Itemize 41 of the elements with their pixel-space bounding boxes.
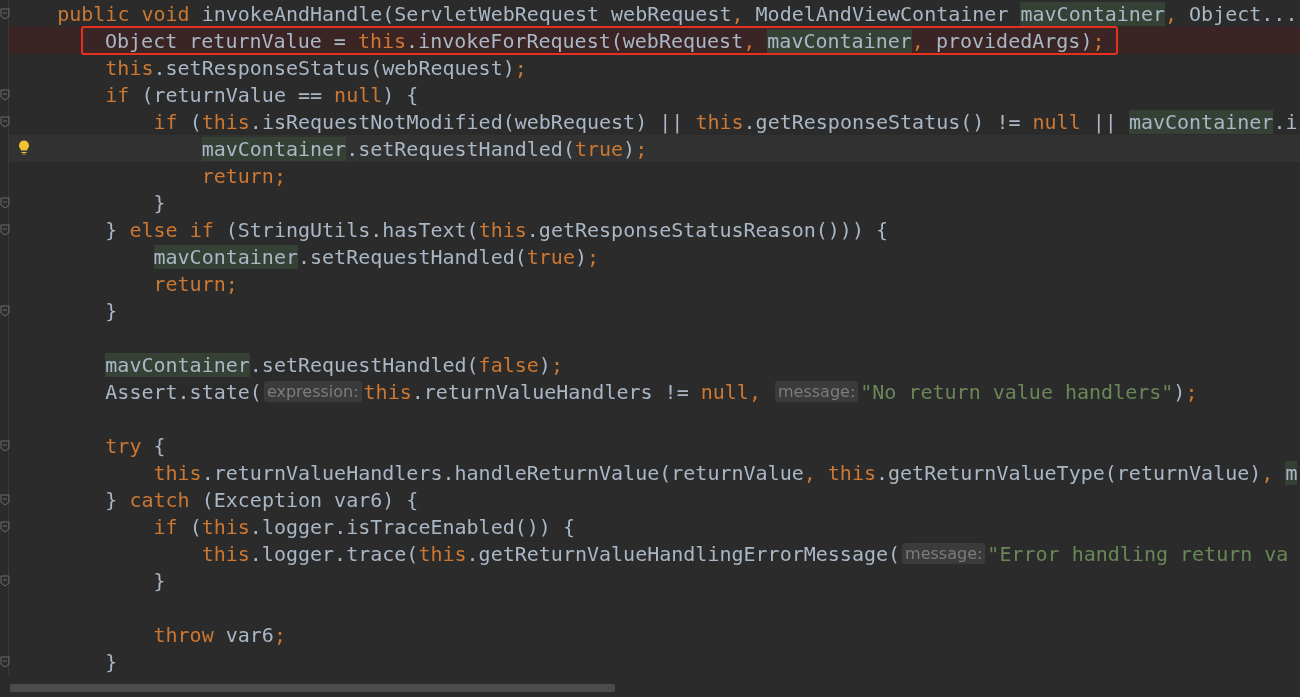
- fold-icon[interactable]: [0, 521, 10, 533]
- code-text: this.logger.trace(this.getReturnValueHandlingErrorMessage(: [200, 541, 901, 566]
- horizontal-scrollbar[interactable]: [10, 684, 615, 692]
- code-text: this.setResponseStatus(webRequest);: [104, 55, 527, 80]
- fold-icon[interactable]: [0, 305, 10, 317]
- code-text: return;: [200, 163, 286, 188]
- fold-icon[interactable]: [0, 197, 10, 209]
- fold-icon[interactable]: [0, 494, 10, 506]
- code-text: "No return value handlers");: [860, 379, 1198, 404]
- code-text: mavContainer.setRequestHandled(true);: [152, 244, 600, 269]
- code-text: this.returnValueHandlers.handleReturnValue(returnValue, this.getReturnValueType(returnValue), m: [152, 460, 1298, 485]
- code-text: mavContainer.setRequestHandled(false);: [104, 352, 563, 377]
- code-text: }: [104, 649, 118, 674]
- code-text: "Error handling return va: [987, 541, 1289, 566]
- code-text: throw var6;: [152, 622, 286, 647]
- code-text: return;: [152, 271, 238, 296]
- fold-icon[interactable]: [0, 89, 10, 101]
- code-text: Object returnValue = this.invokeForRequest(webRequest, mavContainer, providedArgs);: [105, 28, 1105, 53]
- fold-icon[interactable]: [0, 656, 10, 668]
- code-text: public void invokeAndHandle(ServletWebRequest webRequest, ModelAndViewContainer mavContainer, Object...: [56, 1, 1298, 26]
- code-text: } catch (Exception var6) {: [104, 487, 419, 512]
- code-text: try {: [104, 433, 166, 458]
- code-text: this.returnValueHandlers != null,: [363, 379, 762, 404]
- fold-icon[interactable]: [0, 575, 10, 587]
- code-text: }: [152, 568, 166, 593]
- code-text: if (this.logger.isTraceEnabled()) {: [152, 514, 575, 539]
- fold-icon[interactable]: [0, 116, 10, 128]
- code-text: }: [152, 190, 166, 215]
- fold-icon[interactable]: [0, 8, 10, 20]
- code-text: if (returnValue == null) {: [104, 82, 419, 107]
- code-text: mavContainer.setRequestHandled(true);: [200, 136, 648, 161]
- code-text: if (this.isRequestNotModified(webRequest) || this.getResponseStatus() != null || mavContainer.i: [152, 109, 1298, 134]
- code-text: } else if (StringUtils.hasText(this.getResponseStatusReason())) {: [104, 217, 889, 242]
- code-text: }: [104, 298, 118, 323]
- parameter-hint: expression:: [263, 381, 362, 402]
- lightbulb-icon[interactable]: [18, 140, 30, 155]
- parameter-hint: message:: [902, 543, 986, 564]
- code-text: Assert.state(: [104, 379, 262, 404]
- parameter-hint: message:: [775, 381, 859, 402]
- fold-icon[interactable]: [0, 224, 10, 236]
- fold-icon[interactable]: [0, 440, 10, 452]
